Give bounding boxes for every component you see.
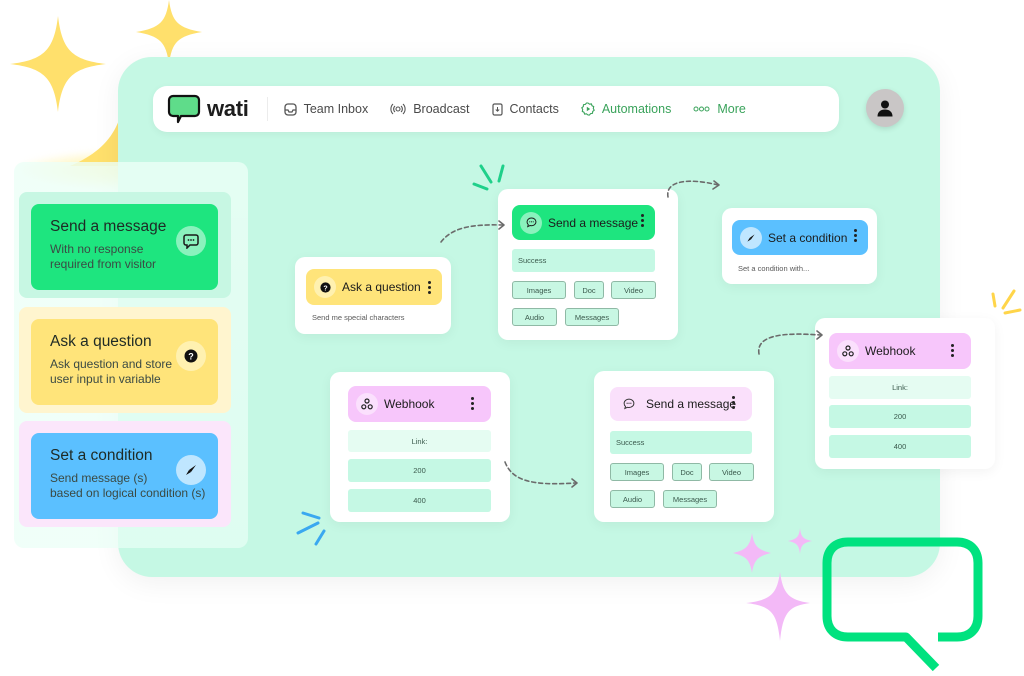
kebab-menu-icon[interactable] <box>732 396 736 409</box>
palette-item-send-message[interactable]: Send a message With no response required… <box>19 192 231 298</box>
kebab-menu-icon[interactable] <box>951 344 955 357</box>
chip-messages[interactable]: Messages <box>663 490 717 508</box>
flow-node-send-message-2[interactable]: Send a message Success Images Doc Video … <box>594 371 774 522</box>
palette-item-set-condition[interactable]: Set a condition Send message (s) based o… <box>19 421 231 527</box>
nav-divider <box>266 97 268 121</box>
kebab-menu-icon[interactable] <box>854 229 858 242</box>
node-title: Ask a question <box>342 280 421 294</box>
chip-doc[interactable]: Doc <box>672 463 702 481</box>
chip-audio[interactable]: Audio <box>512 308 557 326</box>
broadcast-icon <box>390 103 406 115</box>
webhook-response-200[interactable]: 200 <box>348 459 491 482</box>
ask-question-card[interactable]: Ask a question Ask question and store us… <box>31 319 218 405</box>
burst-yellow-icon <box>991 289 1022 315</box>
node-description: Set a condition with... <box>738 264 810 273</box>
palette-item-ask-question[interactable]: Ask a question Ask question and store us… <box>19 307 231 413</box>
compass-icon <box>176 455 206 485</box>
nav-label: Broadcast <box>413 102 470 116</box>
node-header[interactable]: Set a condition <box>732 220 868 255</box>
kebab-menu-icon[interactable] <box>641 214 645 227</box>
flow-node-send-message[interactable]: Send a message Success Images Doc Video … <box>498 189 678 340</box>
node-title: Send a message <box>646 397 737 411</box>
automation-icon <box>580 102 595 116</box>
sparkle-yellow-small-icon <box>136 0 202 64</box>
palette-subtitle: user input in variable <box>50 372 161 386</box>
wati-logo[interactable]: wati <box>153 86 249 132</box>
status-bar-success: Success <box>610 431 752 454</box>
question-icon: ? <box>314 276 336 298</box>
nav-team-inbox[interactable]: Team Inbox <box>283 102 369 116</box>
chat-bubble-icon <box>618 393 640 415</box>
flow-node-set-condition[interactable]: Set a condition Set a condition with... <box>722 208 877 284</box>
kebab-menu-icon[interactable] <box>471 397 475 410</box>
flow-node-webhook-2[interactable]: Webhook Link: 200 400 <box>815 318 995 469</box>
chat-bubble-icon <box>520 211 542 234</box>
flow-node-ask-question[interactable]: ? Ask a question Send me special charact… <box>295 257 451 334</box>
brand-name: wati <box>207 96 249 121</box>
chip-doc[interactable]: Doc <box>574 281 604 299</box>
nav-label: Automations <box>601 102 672 116</box>
palette-subtitle: required from visitor <box>50 257 157 271</box>
node-title: Webhook <box>384 397 435 411</box>
sparkle-pink-icon <box>746 572 810 641</box>
webhook-response-200[interactable]: 200 <box>829 405 971 428</box>
nav-contacts[interactable]: Contacts <box>491 102 559 116</box>
webhook-link: Link: <box>348 430 491 452</box>
node-header[interactable]: Send a message <box>512 205 655 240</box>
svg-text:?: ? <box>323 285 327 292</box>
nav-label: Team Inbox <box>303 102 369 116</box>
chat-bubble-icon <box>176 226 206 256</box>
node-title: Webhook <box>865 344 916 358</box>
nav-automations[interactable]: Automations <box>580 102 672 116</box>
chip-images[interactable]: Images <box>512 281 566 299</box>
nav-label: Contacts <box>509 102 559 116</box>
inbox-icon <box>283 102 297 116</box>
node-title: Send a message <box>548 215 639 230</box>
contacts-icon <box>491 102 503 116</box>
webhook-response-400[interactable]: 400 <box>348 489 491 512</box>
kebab-menu-icon[interactable] <box>428 281 432 294</box>
node-header[interactable]: Webhook <box>829 333 971 369</box>
chip-audio[interactable]: Audio <box>610 490 655 508</box>
node-description: Send me special characters <box>312 313 405 322</box>
send-message-card[interactable]: Send a message With no response required… <box>31 204 218 290</box>
webhook-icon <box>837 340 859 362</box>
node-header[interactable]: Send a message <box>610 387 752 421</box>
nav-label: More <box>717 102 746 116</box>
status-bar-success: Success <box>512 249 655 272</box>
webhook-link: Link: <box>829 376 971 399</box>
user-avatar[interactable] <box>866 89 904 127</box>
user-icon <box>877 100 893 117</box>
node-header[interactable]: Webhook <box>348 386 491 422</box>
palette-subtitle: based on logical condition (s) <box>50 486 206 500</box>
chip-messages[interactable]: Messages <box>565 308 619 326</box>
flow-node-webhook[interactable]: Webhook Link: 200 400 <box>330 372 510 522</box>
webhook-icon <box>356 393 378 415</box>
nav-broadcast[interactable]: Broadcast <box>390 102 470 116</box>
set-condition-card[interactable]: Set a condition Send message (s) based o… <box>31 433 218 519</box>
hero-illustration: Send a message With no response required… <box>0 0 1024 676</box>
more-dots-icon <box>693 106 710 112</box>
chip-video[interactable]: Video <box>611 281 656 299</box>
node-title: Set a condition <box>768 230 848 245</box>
nav-more[interactable]: More <box>693 102 746 116</box>
svg-text:?: ? <box>188 352 194 362</box>
wati-logo-icon <box>167 94 201 124</box>
chip-images[interactable]: Images <box>610 463 664 481</box>
chip-video[interactable]: Video <box>709 463 754 481</box>
node-header[interactable]: ? Ask a question <box>306 269 442 305</box>
compass-icon <box>740 226 762 249</box>
top-navbar: wati Team Inbox Broadcast Contacts Autom… <box>153 86 839 132</box>
webhook-response-400[interactable]: 400 <box>829 435 971 458</box>
question-icon: ? <box>176 341 206 371</box>
